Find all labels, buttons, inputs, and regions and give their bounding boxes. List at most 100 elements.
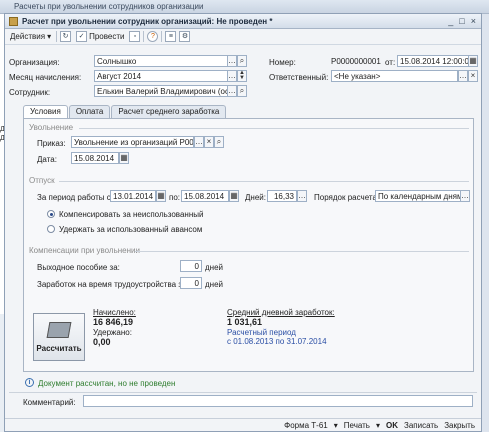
dismissal-date-calendar-button[interactable]: ▦ [119,152,129,164]
responsible-clear-icon[interactable]: × [468,70,478,82]
number-value[interactable]: Р0000000001 [331,57,381,66]
ok-button[interactable]: OK [386,421,398,430]
document-icon [9,16,18,26]
divider [79,128,469,129]
accrued-value: 16 846,19 [93,317,134,327]
calc-order-select-button[interactable]: … [460,190,470,202]
calc-order-label: Порядок расчета: [314,193,380,202]
vacation-section-title: Отпуск [29,176,55,185]
order-label: Приказ: [37,139,66,148]
employment-unit: дней [205,280,224,289]
calculate-label: Рассчитать [36,344,82,353]
employment-days-field[interactable]: 0 [180,277,202,289]
number-label: Номер: [269,58,296,67]
form-dropdown-icon[interactable]: ▾ [334,421,338,430]
order-field[interactable]: Увольнение из организаций Р000 [71,136,194,148]
post-icon: ✓ [76,31,88,42]
form-t61-button[interactable]: Форма Т-61 [284,421,328,430]
close-icon[interactable]: × [471,16,476,26]
severance-days-field[interactable]: 0 [180,260,202,272]
responsible-field[interactable]: <Не указан> [331,70,458,82]
actions-menu-button[interactable]: Действия ▾ [8,30,53,43]
toolbar: Действия ▾ ↻ ✓ Провести ▫ ? ≡ ⚙ [5,29,481,45]
calculate-button[interactable]: Рассчитать [33,313,85,361]
calc-period-range[interactable]: с 01.08.2013 по 31.07.2014 [227,337,327,346]
tab-payment[interactable]: Оплата [68,105,111,118]
month-field[interactable]: Август 2014 [94,70,228,82]
employee-field[interactable]: Елькин Валерий Владимирович (осн [94,85,228,97]
period-from-label: За период работы с: [37,193,113,202]
org-field[interactable]: Солнышко [94,55,228,67]
org-label: Организация: [9,58,60,67]
date-calendar-button[interactable]: ▦ [468,55,478,67]
org-select-button[interactable]: … [227,55,237,67]
employee-select-button[interactable]: … [227,85,237,97]
date-field[interactable]: 15.08.2014 12:00:00 [397,55,469,67]
responsible-select-button[interactable]: … [458,70,468,82]
window-title: Расчет при увольнении сотрудник организа… [22,16,273,26]
parent-window-title: Расчеты при увольнении сотрудников орган… [0,0,489,14]
info-message: Документ рассчитан, но не проведен [38,379,176,388]
days-field[interactable]: 16,33 [267,190,297,202]
month-stepper[interactable]: ▲ ▼ [237,70,247,82]
radio-compensate-label[interactable]: Компенсировать за неиспользованный [59,210,203,219]
divider [9,392,477,393]
print-button[interactable]: Печать [344,421,370,430]
save-button[interactable]: Записать [404,421,438,430]
print-dropdown-icon[interactable]: ▾ [376,421,380,430]
post-label: Провести [89,32,125,41]
employment-label: Заработок на время трудоустройства за: [37,280,189,289]
days-select-button[interactable]: … [297,190,307,202]
withheld-value: 0,00 [93,337,111,347]
calc-period-label[interactable]: Расчетный период [227,328,296,337]
withheld-label: Удержано: [93,328,132,337]
document-window: Расчет при увольнении сотрудник организа… [4,13,482,432]
close-button[interactable]: Закрыть [444,421,475,430]
month-label: Месяц начисления: [9,73,82,82]
tab-conditions[interactable]: Условия [23,105,68,118]
from-label: от: [385,58,396,67]
period-to-field[interactable]: 15.08.2014 [181,190,229,202]
radio-deduct-label[interactable]: Удержать за использованный авансом [59,225,202,234]
org-open-icon[interactable]: ⌕ [237,55,247,67]
refresh-icon[interactable]: ↻ [60,31,72,42]
order-select-button[interactable]: … [194,136,204,148]
period-from-calendar-button[interactable]: ▦ [156,190,166,202]
calculator-icon [46,322,72,338]
structure-icon[interactable]: ≡ [165,31,177,42]
dismissal-section-title: Увольнение [29,123,74,132]
severance-unit: дней [205,263,224,272]
employee-open-icon[interactable]: ⌕ [237,85,247,97]
employee-label: Сотрудник: [9,88,51,97]
dismissal-date-field[interactable]: 15.08.2014 [71,152,119,164]
period-to-calendar-button[interactable]: ▦ [229,190,239,202]
comment-field[interactable] [83,395,473,407]
radio-deduct[interactable] [47,225,55,233]
divider [135,251,469,252]
days-label: Дней: [245,193,266,202]
help-icon[interactable]: ? [147,31,159,42]
comment-label: Комментарий: [23,398,76,407]
order-open-icon[interactable]: ⌕ [214,136,224,148]
maximize-icon[interactable]: □ [459,16,464,26]
period-from-field[interactable]: 13.01.2014 [110,190,156,202]
status-bar: Форма Т-61 ▾ Печать ▾ OK Записать Закрыт… [5,418,481,432]
responsible-label: Ответственный: [269,73,329,82]
radio-compensate[interactable] [47,210,55,218]
order-clear-icon[interactable]: × [204,136,214,148]
unpost-icon[interactable]: ▫ [129,31,141,42]
toolbar-separator [161,31,163,42]
calc-order-field[interactable]: По календарным дням [375,190,461,202]
tab-strip: Условия Оплата Расчет среднего заработка [23,105,227,118]
tab-average-earnings[interactable]: Расчет среднего заработка [111,105,227,118]
severance-label: Выходное пособие за: [37,263,120,272]
minimize-icon[interactable]: _ [448,16,453,26]
actions-label: Действия [10,32,46,41]
period-to-label: по: [169,193,181,202]
post-button[interactable]: ✓ Провести [74,30,126,43]
month-select-button[interactable]: … [227,70,237,82]
settings-icon[interactable]: ⚙ [179,31,191,42]
dismissal-date-label: Дата: [37,155,57,164]
accrued-label: Начислено: [93,308,136,317]
window-titlebar[interactable]: Расчет при увольнении сотрудник организа… [5,14,481,29]
